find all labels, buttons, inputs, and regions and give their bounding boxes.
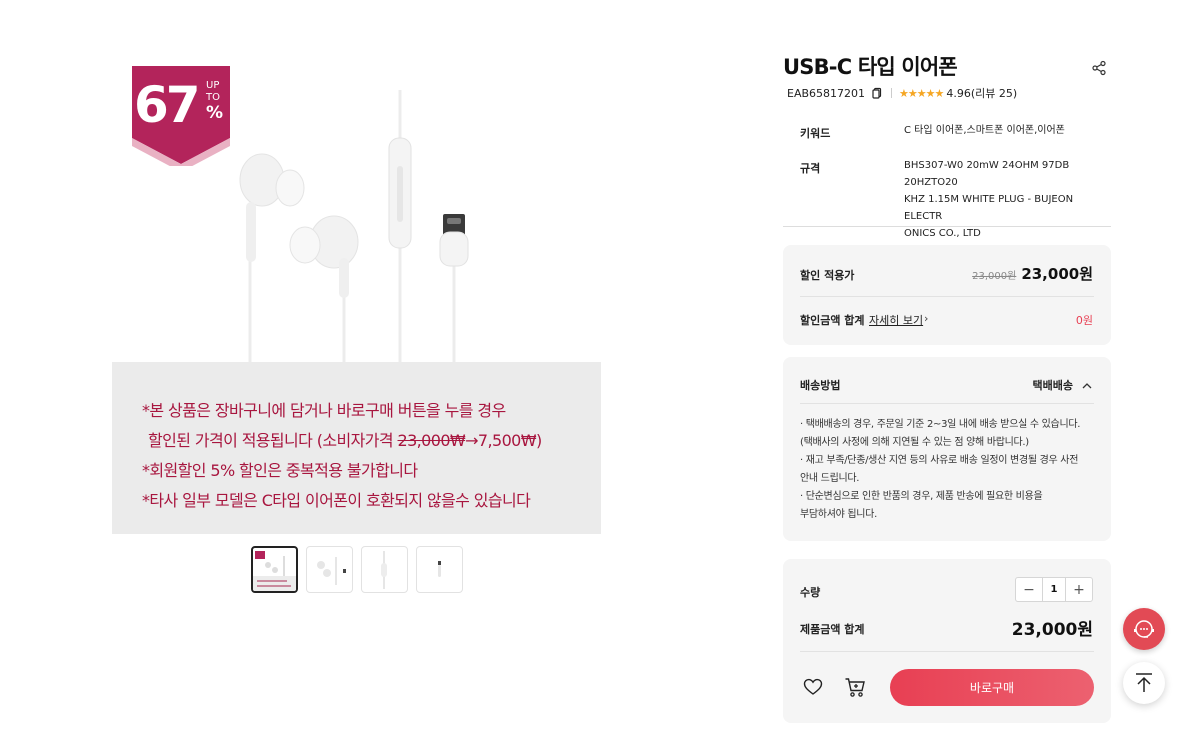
thumbnail-strip <box>251 546 463 593</box>
share-icon[interactable] <box>1091 60 1107 76</box>
spec-line: BHS307-W0 20mW 24OHM 97DB 20HZTO20 <box>904 160 1070 188</box>
rating-value: 4.96 <box>946 86 971 100</box>
shipping-label: 배송방법 <box>800 379 841 392</box>
badge-to: TO <box>206 92 220 103</box>
shipping-line: 안내 드립니다. <box>800 473 860 484</box>
arrow-up-icon <box>1136 673 1152 692</box>
review-count[interactable]: (리뷰 25) <box>971 85 1017 101</box>
shipping-panel: 배송방법 택배배송 · 택배배송의 경우, 주문일 기준 2~3일 내에 배송 … <box>783 357 1111 541</box>
spec-label: 규격 <box>800 162 821 175</box>
discount-price-label: 할인 적용가 <box>800 269 855 282</box>
keyword-value: C 타입 이어폰,스마트폰 이어폰,이어폰 <box>904 125 1065 136</box>
notice-line-2-strike: 23,000₩ <box>397 431 466 450</box>
chevron-right-icon[interactable]: › <box>924 312 928 325</box>
final-price: 23,000원 <box>1021 265 1093 283</box>
notice-line-3: *회원할인 5% 할인은 중복적용 불가합니다 <box>142 461 418 480</box>
thumbnail-3[interactable] <box>361 546 408 593</box>
buy-now-button[interactable]: 바로구매 <box>890 669 1094 706</box>
product-meta: EAB65817201 ★★★★★ 4.96 (리뷰 25) <box>787 85 1017 101</box>
thumbnail-2[interactable] <box>306 546 353 593</box>
product-title: USB-C 타입 이어폰 <box>783 55 958 79</box>
quantity-stepper: − 1 + <box>1015 577 1093 602</box>
price-values: 23,000원 23,000원 <box>972 263 1093 284</box>
chevron-up-icon[interactable] <box>1081 377 1093 389</box>
shipping-method[interactable]: 택배배송 <box>1033 377 1073 393</box>
notice-line-2-suffix: →7,500₩) <box>465 431 542 450</box>
heart-icon[interactable] <box>803 678 823 696</box>
spec-value: BHS307-W0 20mW 24OHM 97DB 20HZTO20 KHZ 1… <box>904 157 1114 242</box>
shipping-line: (택배사의 사정에 의해 지연될 수 있는 점 양해 바랍니다.) <box>800 437 1029 448</box>
details-link[interactable]: 자세히 보기 <box>869 312 923 328</box>
chatbot-button[interactable] <box>1123 608 1165 650</box>
notice-line-2-prefix: 할인된 가격이 적용됩니다 (소비자가격 <box>148 431 398 450</box>
notice-line-1: *본 상품은 장바구니에 담거나 바로구매 버튼을 누를 경우 <box>142 401 506 420</box>
notice-line-4: *타사 일부 모델은 C타입 이어폰이 호환되지 않을수 있습니다 <box>142 491 531 510</box>
price-divider <box>800 296 1094 297</box>
decrease-button[interactable]: − <box>1016 578 1042 601</box>
quantity-input[interactable]: 1 <box>1042 578 1066 601</box>
shipping-info: · 택배배송의 경우, 주문일 기준 2~3일 내에 배송 받으실 수 있습니다… <box>800 416 1100 524</box>
scroll-top-button[interactable] <box>1123 662 1165 704</box>
discount-total-label: 할인금액 합계 <box>800 314 865 327</box>
original-price: 23,000원 <box>972 271 1017 282</box>
shipping-line: 부담하셔야 됩니다. <box>800 509 877 520</box>
notice-line-2: 할인된 가격이 적용됩니다 (소비자가격 23,000₩→7,500₩) <box>142 426 601 456</box>
quantity-label: 수량 <box>800 586 821 599</box>
purchase-divider <box>800 651 1094 652</box>
cart-icon[interactable] <box>844 676 866 698</box>
spec-divider <box>783 226 1111 227</box>
shipping-line: · 택배배송의 경우, 주문일 기준 2~3일 내에 배송 받으실 수 있습니다… <box>800 419 1081 430</box>
copy-icon[interactable] <box>871 87 883 99</box>
spec-line: KHZ 1.15M WHITE PLUG - BUJEON ELECTR <box>904 194 1074 222</box>
shipping-line: · 단순변심으로 인한 반품의 경우, 제품 반송에 필요한 비용을 <box>800 491 1043 502</box>
badge-number: 67 <box>134 76 201 134</box>
price-panel: 할인 적용가 23,000원 23,000원 할인금액 합계 자세히 보기 › … <box>783 245 1111 345</box>
meta-divider <box>891 88 893 98</box>
total-label: 제품금액 합계 <box>800 623 865 636</box>
discount-total: 0원 <box>1075 314 1093 327</box>
thumbnail-1[interactable] <box>251 546 298 593</box>
chat-icon <box>1134 620 1154 638</box>
shipping-divider <box>800 403 1094 404</box>
star-rating-icon: ★★★★★ <box>899 86 944 100</box>
badge-percent: % <box>206 103 224 123</box>
badge-up: UP <box>206 80 220 91</box>
product-photo: 67 UP TO % <box>112 62 602 362</box>
price-notice-banner: *본 상품은 장바구니에 담거나 바로구매 버튼을 누를 경우 할인된 가격이 … <box>112 362 601 534</box>
spec-line: ONICS CO., LTD <box>904 228 981 239</box>
increase-button[interactable]: + <box>1066 578 1092 601</box>
thumbnail-4[interactable] <box>416 546 463 593</box>
discount-badge: 67 UP TO % <box>132 66 232 166</box>
keyword-label: 키워드 <box>800 127 831 140</box>
shipping-line: · 재고 부족/단종/생산 지연 등의 사유로 배송 일정이 변경될 경우 사전 <box>800 455 1079 466</box>
purchase-panel: 수량 − 1 + 제품금액 합계 23,000원 바로구매 <box>783 559 1111 723</box>
model-number: EAB65817201 <box>787 86 866 100</box>
product-image-area: 67 UP TO % *본 상품은 장바구니에 담거나 바로구매 버튼을 누를 … <box>112 62 602 534</box>
total-price: 23,000원 <box>1011 620 1093 640</box>
